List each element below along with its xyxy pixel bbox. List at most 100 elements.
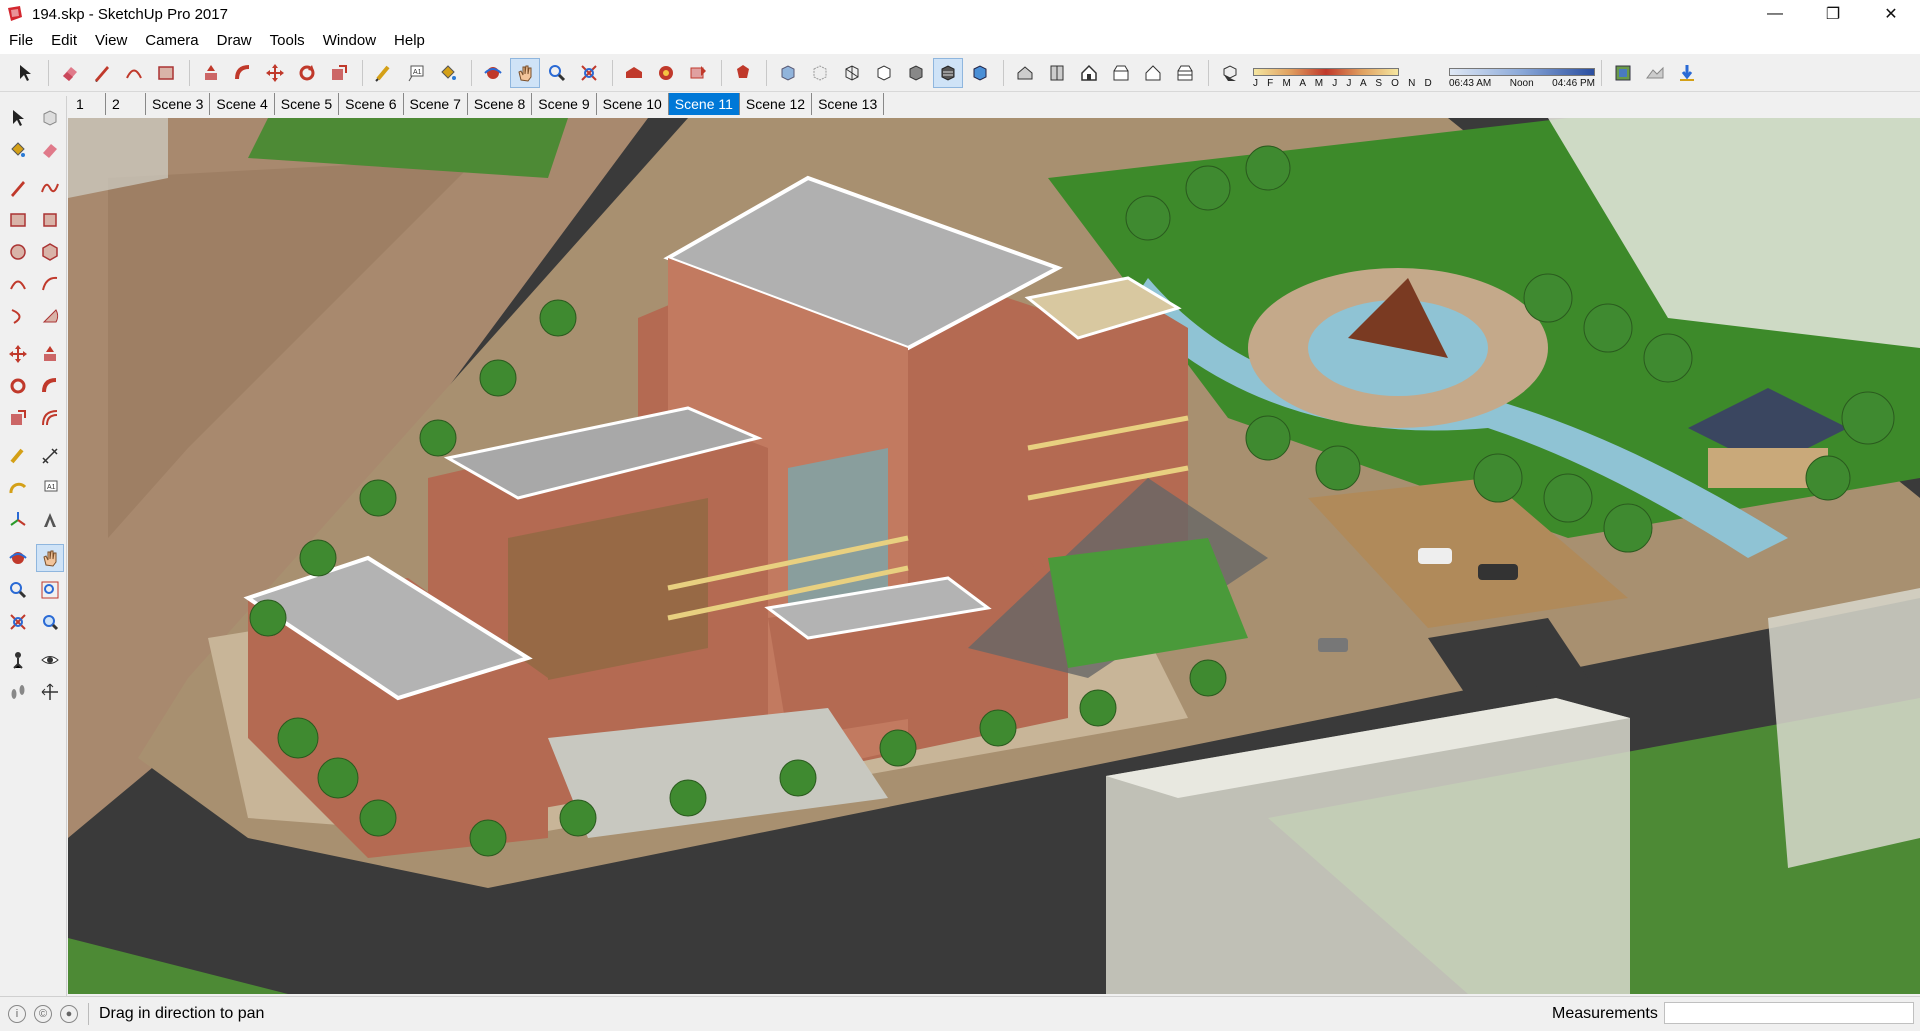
menu-view[interactable]: View (86, 28, 136, 54)
back-view-button[interactable] (1138, 58, 1168, 88)
xray-style-button[interactable] (773, 58, 803, 88)
credits-icon[interactable]: © (34, 1005, 52, 1023)
polygon-tool-button[interactable] (36, 238, 64, 266)
zoom-tool-button[interactable] (542, 58, 572, 88)
paint-bucket-tool-button[interactable] (4, 136, 32, 164)
previous-view-button[interactable] (36, 608, 64, 636)
zoom-extents-button[interactable] (574, 58, 604, 88)
text-tool-button[interactable]: A1 (36, 474, 64, 502)
protractor-tool-button[interactable] (4, 474, 32, 502)
axes-tool-button[interactable] (4, 506, 32, 534)
share-component-button[interactable] (683, 58, 713, 88)
model-viewport[interactable] (68, 118, 1920, 994)
3d-text-tool-button[interactable] (36, 506, 64, 534)
circle-tool-button[interactable] (4, 238, 32, 266)
scene-tab[interactable]: Scene 8 (468, 93, 533, 115)
menu-draw[interactable]: Draw (208, 28, 261, 54)
front-view-button[interactable] (1074, 58, 1104, 88)
push-pull-tool-button[interactable] (196, 58, 226, 88)
maximize-button[interactable]: ❐ (1804, 0, 1862, 28)
look-around-button[interactable] (36, 646, 64, 674)
hidden-line-button[interactable] (869, 58, 899, 88)
toggle-terrain-button[interactable] (1640, 58, 1670, 88)
3d-warehouse-button[interactable] (619, 58, 649, 88)
measurements-input[interactable] (1664, 1002, 1914, 1024)
close-button[interactable]: ✕ (1862, 0, 1920, 28)
follow-me-tool-button[interactable] (36, 372, 64, 400)
iso-view-button[interactable] (1010, 58, 1040, 88)
scale-tool-button[interactable] (4, 404, 32, 432)
scene-tab[interactable]: Scene 10 (597, 93, 669, 115)
rotated-rectangle-tool-button[interactable] (36, 206, 64, 234)
eraser-tool-button[interactable] (55, 58, 85, 88)
menu-tools[interactable]: Tools (261, 28, 314, 54)
wireframe-button[interactable] (837, 58, 867, 88)
scene-tab[interactable]: Scene 7 (404, 93, 468, 115)
shape-tool-button[interactable] (151, 58, 181, 88)
shaded-button[interactable] (901, 58, 931, 88)
make-component-button[interactable] (36, 104, 64, 132)
offset-tool-button[interactable] (36, 404, 64, 432)
minimize-button[interactable]: — (1746, 0, 1804, 28)
menu-window[interactable]: Window (314, 28, 385, 54)
scene-tab[interactable]: Scene 13 (812, 93, 885, 115)
walk-button[interactable] (4, 678, 32, 706)
shaded-with-textures-button[interactable] (933, 57, 963, 88)
tape-measure-tool-button[interactable] (4, 442, 32, 470)
pie-tool-button[interactable] (36, 302, 64, 330)
arc-tool-button[interactable] (4, 270, 32, 298)
scene-tab-active[interactable]: Scene 11 (668, 93, 740, 115)
user-account-icon[interactable]: ● (60, 1005, 78, 1023)
scene-tab[interactable]: 2 (106, 93, 146, 115)
text-tool-button[interactable]: A1 (401, 58, 431, 88)
scene-tab[interactable]: Scene 3 (146, 93, 211, 115)
zoom-tool-button[interactable] (4, 576, 32, 604)
monochrome-button[interactable] (965, 58, 995, 88)
position-camera-button[interactable] (4, 646, 32, 674)
photo-textures-button[interactable] (1672, 58, 1702, 88)
display-shadows-button[interactable] (1215, 58, 1245, 88)
pan-tool-button[interactable] (36, 544, 64, 572)
scene-tab[interactable]: Scene 9 (532, 93, 597, 115)
extension-warehouse-button[interactable] (728, 58, 758, 88)
share-model-button[interactable] (651, 58, 681, 88)
time-slider[interactable] (1448, 67, 1595, 76)
top-view-button[interactable] (1042, 58, 1072, 88)
right-view-button[interactable] (1106, 58, 1136, 88)
scale-tool-button[interactable] (324, 58, 354, 88)
scene-tab[interactable]: 1 (70, 93, 106, 115)
left-view-button[interactable] (1170, 58, 1200, 88)
freehand-tool-button[interactable] (36, 174, 64, 202)
zoom-extents-button[interactable] (4, 608, 32, 636)
follow-me-tool-button[interactable] (228, 58, 258, 88)
move-tool-button[interactable] (260, 58, 290, 88)
scene-tab[interactable]: Scene 4 (210, 93, 275, 115)
orbit-tool-button[interactable] (4, 544, 32, 572)
3-point-arc-tool-button[interactable] (4, 302, 32, 330)
2-point-arc-tool-button[interactable] (36, 270, 64, 298)
menu-help[interactable]: Help (385, 28, 434, 54)
select-tool-button[interactable] (10, 58, 40, 88)
add-location-button[interactable] (1608, 58, 1638, 88)
arc-tool-button[interactable] (119, 58, 149, 88)
menu-file[interactable]: File (0, 28, 42, 54)
back-edges-button[interactable] (805, 58, 835, 88)
date-slider[interactable] (1253, 67, 1399, 76)
section-plane-button[interactable] (36, 678, 64, 706)
move-tool-button[interactable] (4, 340, 32, 368)
geo-location-icon[interactable]: i (8, 1005, 26, 1023)
pan-tool-button[interactable] (510, 57, 540, 88)
zoom-window-button[interactable] (36, 576, 64, 604)
menu-camera[interactable]: Camera (136, 28, 207, 54)
tape-measure-tool-button[interactable] (369, 58, 399, 88)
rectangle-tool-button[interactable] (4, 206, 32, 234)
rotate-tool-button[interactable] (4, 372, 32, 400)
rotate-tool-button[interactable] (292, 58, 322, 88)
select-tool-button[interactable] (4, 104, 32, 132)
dimension-tool-button[interactable] (36, 442, 64, 470)
eraser-tool-button[interactable] (36, 136, 64, 164)
paint-bucket-tool-button[interactable] (433, 58, 463, 88)
menu-edit[interactable]: Edit (42, 28, 86, 54)
orbit-tool-button[interactable] (478, 58, 508, 88)
push-pull-tool-button[interactable] (36, 340, 64, 368)
